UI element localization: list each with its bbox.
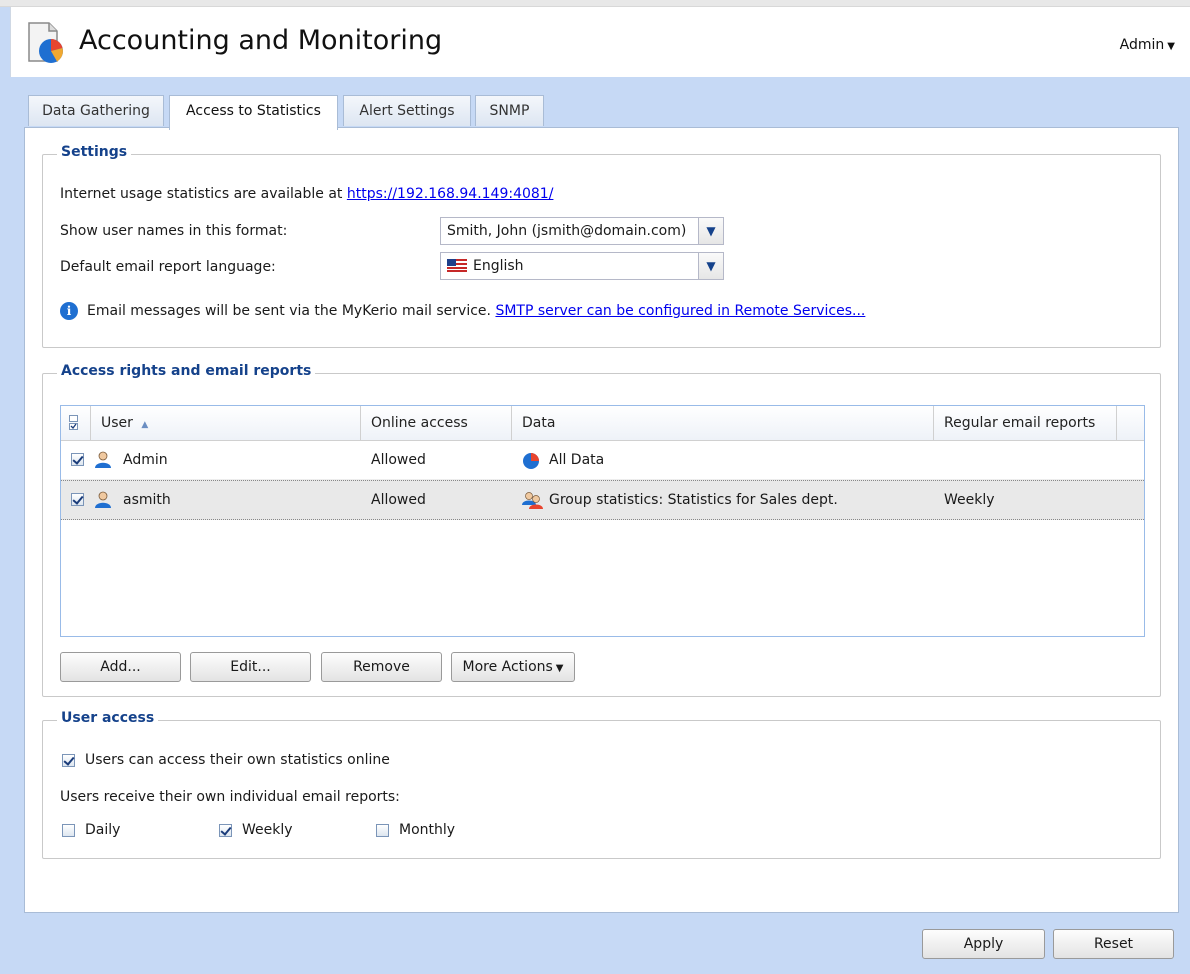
main-panel: Settings Internet usage statistics are a… bbox=[24, 127, 1179, 913]
language-label: Default email report language: bbox=[60, 259, 276, 275]
more-actions-label: More Actions bbox=[462, 659, 553, 675]
chevron-down-icon[interactable]: ▼ bbox=[698, 218, 723, 244]
sort-asc-icon: ▲ bbox=[141, 420, 149, 430]
select-all-checkbox[interactable] bbox=[61, 406, 91, 440]
settings-fieldset: Settings Internet usage statistics are a… bbox=[42, 144, 1161, 348]
accounting-app-icon bbox=[28, 22, 63, 63]
email-reports-label: Users receive their own individual email… bbox=[60, 789, 400, 805]
pie-chart-icon bbox=[523, 453, 539, 469]
us-flag-icon bbox=[447, 259, 467, 272]
info-icon: i bbox=[60, 302, 78, 320]
weekly-label[interactable]: Weekly bbox=[242, 822, 293, 838]
online-access-value: Allowed bbox=[371, 452, 426, 468]
user-access-legend: User access bbox=[57, 710, 159, 726]
more-actions-button[interactable]: More Actions ▼ bbox=[451, 652, 575, 682]
online-access-label[interactable]: Users can access their own statistics on… bbox=[85, 752, 390, 768]
language-select[interactable]: English ▼ bbox=[440, 252, 724, 280]
remove-button[interactable]: Remove bbox=[321, 652, 442, 682]
tab-snmp[interactable]: SNMP bbox=[475, 95, 544, 126]
page-title: Accounting and Monitoring bbox=[79, 25, 443, 56]
user-format-select[interactable]: Smith, John (jsmith@domain.com) ▼ bbox=[440, 217, 724, 245]
online-access-checkbox[interactable] bbox=[62, 754, 75, 767]
weekly-checkbox[interactable] bbox=[219, 824, 232, 837]
column-header-online-access[interactable]: Online access bbox=[361, 406, 512, 440]
tab-access-to-statistics[interactable]: Access to Statistics bbox=[169, 95, 338, 130]
stats-url-row: Internet usage statistics are available … bbox=[60, 186, 553, 202]
online-access-value: Allowed bbox=[371, 492, 426, 508]
user-name: asmith bbox=[123, 492, 171, 508]
column-user-label: User bbox=[101, 415, 133, 431]
user-menu[interactable]: Admin ▼ bbox=[1120, 37, 1175, 53]
reset-button[interactable]: Reset bbox=[1053, 929, 1174, 959]
top-strip bbox=[0, 0, 1190, 7]
user-icon bbox=[95, 491, 111, 508]
language-value-wrap: English bbox=[447, 253, 524, 279]
access-rights-legend: Access rights and email reports bbox=[57, 363, 316, 379]
data-value: Group statistics: Statistics for Sales d… bbox=[549, 492, 838, 508]
column-header-email-reports[interactable]: Regular email reports bbox=[934, 406, 1117, 440]
column-header-user[interactable]: User ▲ bbox=[91, 406, 361, 440]
monthly-label[interactable]: Monthly bbox=[399, 822, 455, 838]
user-format-label: Show user names in this format: bbox=[60, 223, 288, 239]
caret-down-icon: ▼ bbox=[1167, 41, 1175, 52]
info-row: Email messages will be sent via the MyKe… bbox=[87, 303, 865, 319]
caret-down-icon: ▼ bbox=[555, 663, 564, 674]
stats-url-link[interactable]: https://192.168.94.149:4081/ bbox=[347, 186, 554, 202]
tab-alert-settings[interactable]: Alert Settings bbox=[343, 95, 471, 126]
app-header: Accounting and Monitoring Admin ▼ bbox=[10, 7, 1190, 77]
daily-checkbox[interactable] bbox=[62, 824, 75, 837]
user-icon bbox=[95, 451, 111, 468]
table-row[interactable]: asmith Allowed Group statistics: Statist… bbox=[61, 480, 1144, 520]
user-format-value: Smith, John (jsmith@domain.com) bbox=[447, 223, 687, 239]
chevron-down-icon[interactable]: ▼ bbox=[698, 253, 723, 279]
tab-data-gathering[interactable]: Data Gathering bbox=[28, 95, 164, 126]
user-menu-label: Admin bbox=[1119, 37, 1165, 53]
edit-button[interactable]: Edit... bbox=[190, 652, 311, 682]
smtp-config-link[interactable]: SMTP server can be configured in Remote … bbox=[495, 303, 865, 319]
settings-legend: Settings bbox=[57, 144, 132, 160]
stats-url-label: Internet usage statistics are available … bbox=[60, 186, 343, 202]
user-access-fieldset: User access Users can access their own s… bbox=[42, 710, 1161, 859]
select-all-icon bbox=[69, 415, 78, 430]
reports-value: Weekly bbox=[944, 492, 995, 508]
table-row[interactable]: Admin Allowed All Data bbox=[61, 441, 1144, 480]
row-checkbox[interactable] bbox=[71, 493, 84, 506]
monthly-checkbox[interactable] bbox=[376, 824, 389, 837]
language-value: English bbox=[473, 258, 524, 274]
info-text: Email messages will be sent via the MyKe… bbox=[87, 303, 491, 319]
data-value: All Data bbox=[549, 452, 605, 468]
daily-label[interactable]: Daily bbox=[85, 822, 120, 838]
apply-button[interactable]: Apply bbox=[922, 929, 1045, 959]
access-rights-table: User ▲ Online access Data Regular email … bbox=[60, 405, 1145, 637]
access-rights-fieldset: Access rights and email reports User ▲ O… bbox=[42, 363, 1161, 697]
add-button[interactable]: Add... bbox=[60, 652, 181, 682]
group-icon bbox=[522, 492, 543, 509]
column-header-data[interactable]: Data bbox=[512, 406, 934, 440]
row-checkbox[interactable] bbox=[71, 453, 84, 466]
user-name: Admin bbox=[123, 452, 168, 468]
table-header: User ▲ Online access Data Regular email … bbox=[61, 406, 1144, 441]
